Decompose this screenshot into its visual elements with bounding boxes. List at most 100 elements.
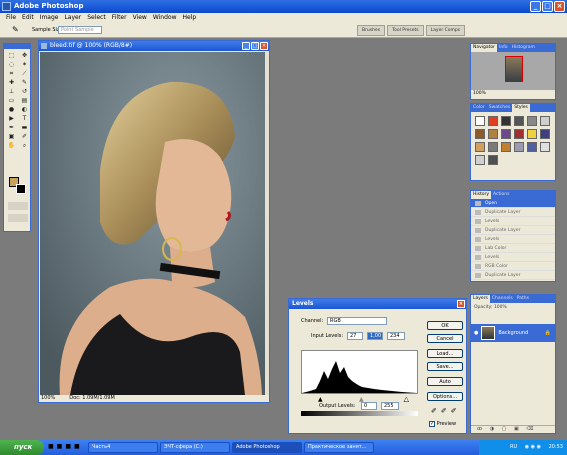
well-tab-brushes[interactable]: Brushes bbox=[357, 25, 386, 36]
style-swatch[interactable] bbox=[540, 142, 550, 152]
style-swatch[interactable] bbox=[527, 116, 537, 126]
dodge-tool-icon[interactable]: ◐ bbox=[19, 106, 30, 114]
save-button[interactable]: Save... bbox=[427, 362, 463, 371]
zoom-readout[interactable]: 100% bbox=[41, 394, 55, 402]
tab-color[interactable]: Color bbox=[471, 104, 487, 112]
brush-tool-icon[interactable]: ✎ bbox=[19, 79, 30, 87]
layer-row-background[interactable]: ● Background 🔒 bbox=[471, 324, 555, 342]
clone-stamp-icon[interactable]: ⊥ bbox=[6, 88, 17, 96]
input-black-field[interactable]: 27 bbox=[347, 332, 363, 340]
well-tab-layer-comps[interactable]: Layer Comps bbox=[425, 25, 466, 36]
doc-close-button[interactable]: × bbox=[260, 42, 268, 50]
taskbar-button[interactable]: Практическое занят... bbox=[304, 442, 374, 453]
tab-info[interactable]: Info bbox=[497, 44, 510, 52]
input-white-field[interactable]: 234 bbox=[387, 332, 405, 340]
taskbar-button-active[interactable]: Adobe Photoshop bbox=[232, 442, 302, 453]
menu-filter[interactable]: Filter bbox=[109, 13, 130, 23]
history-item[interactable]: Duplicate Layer bbox=[471, 271, 555, 280]
taskbar-button[interactable]: ЭЧТ-сфера (С:) bbox=[160, 442, 230, 453]
history-item[interactable]: Duplicate Layer bbox=[471, 226, 555, 235]
shape-tool-icon[interactable]: ▬ bbox=[19, 124, 30, 132]
language-indicator[interactable]: RU bbox=[510, 444, 517, 450]
history-item[interactable]: Levels bbox=[471, 253, 555, 262]
tab-swatches[interactable]: Swatches bbox=[487, 104, 513, 112]
cancel-button[interactable]: Cancel bbox=[427, 334, 463, 343]
ok-button[interactable]: OK bbox=[427, 321, 463, 330]
style-swatch[interactable] bbox=[488, 155, 498, 165]
history-brush-icon[interactable]: ↺ bbox=[19, 88, 30, 96]
menu-edit[interactable]: Edit bbox=[19, 13, 37, 23]
tab-navigator[interactable]: Navigator bbox=[471, 44, 498, 52]
style-none-swatch[interactable] bbox=[475, 116, 485, 126]
document-title-bar[interactable]: bleed.tif @ 100% (RGB/8#) _ □ × bbox=[39, 41, 269, 51]
tab-histogram[interactable]: Histogram bbox=[510, 44, 537, 52]
history-item[interactable]: RGB Color bbox=[471, 262, 555, 271]
slice-tool-icon[interactable]: ⟋ bbox=[19, 70, 30, 78]
style-swatch[interactable] bbox=[527, 142, 537, 152]
preview-checkbox[interactable]: ✓ bbox=[429, 421, 435, 427]
history-item[interactable]: Levels bbox=[471, 235, 555, 244]
zoom-tool-icon[interactable]: ⌕ bbox=[19, 142, 30, 150]
output-white-field[interactable]: 255 bbox=[381, 402, 399, 410]
minimize-button[interactable]: _ bbox=[530, 1, 541, 12]
close-button[interactable]: × bbox=[554, 1, 565, 12]
visibility-eye-icon[interactable]: ● bbox=[474, 330, 478, 336]
tab-styles[interactable]: Styles bbox=[512, 104, 530, 112]
white-point-slider[interactable]: ▲ bbox=[404, 396, 409, 403]
style-swatch[interactable] bbox=[514, 129, 524, 139]
move-tool-icon[interactable]: ✥ bbox=[19, 52, 30, 60]
levels-close-button[interactable]: × bbox=[457, 300, 465, 308]
history-item[interactable]: Open bbox=[471, 199, 555, 208]
eraser-tool-icon[interactable]: ▭ bbox=[6, 97, 17, 105]
blur-tool-icon[interactable]: ● bbox=[6, 106, 17, 114]
quicklaunch-icon[interactable]: ■ bbox=[65, 443, 74, 450]
style-swatch[interactable] bbox=[488, 142, 498, 152]
menu-help[interactable]: Help bbox=[180, 13, 200, 23]
menu-view[interactable]: View bbox=[130, 13, 150, 23]
gray-eyedropper-icon[interactable]: ✐ bbox=[441, 407, 451, 415]
quick-mask-icon[interactable] bbox=[8, 202, 28, 210]
output-black-field[interactable]: 0 bbox=[361, 402, 377, 410]
options-button[interactable]: Options... bbox=[427, 392, 463, 401]
type-tool-icon[interactable]: T bbox=[19, 115, 30, 123]
quicklaunch-icon[interactable]: ■ bbox=[48, 443, 57, 450]
style-swatch[interactable] bbox=[527, 129, 537, 139]
style-swatch[interactable] bbox=[488, 129, 498, 139]
background-color-swatch[interactable] bbox=[16, 184, 26, 194]
channel-select[interactable]: RGB bbox=[327, 317, 387, 325]
pen-tool-icon[interactable]: ✒ bbox=[6, 124, 17, 132]
start-button[interactable]: пуск bbox=[0, 440, 44, 455]
style-swatch[interactable] bbox=[488, 116, 498, 126]
maximize-button[interactable]: □ bbox=[542, 1, 553, 12]
tab-layers[interactable]: Layers bbox=[471, 295, 490, 303]
load-button[interactable]: Load... bbox=[427, 349, 463, 358]
tab-channels[interactable]: Channels bbox=[490, 295, 515, 303]
navigator-zoom[interactable]: 100% bbox=[471, 90, 555, 98]
style-swatch[interactable] bbox=[501, 142, 511, 152]
style-swatch[interactable] bbox=[501, 116, 511, 126]
doc-maximize-button[interactable]: □ bbox=[251, 42, 259, 50]
lasso-tool-icon[interactable]: ◌ bbox=[6, 61, 17, 69]
history-item[interactable]: Levels bbox=[471, 217, 555, 226]
eyedropper-icon[interactable]: ✎ bbox=[12, 25, 19, 34]
style-swatch[interactable] bbox=[475, 129, 485, 139]
path-select-icon[interactable]: ▶ bbox=[6, 115, 17, 123]
menu-layer[interactable]: Layer bbox=[61, 13, 84, 23]
auto-button[interactable]: Auto bbox=[427, 377, 463, 386]
sample-size-select[interactable]: Point Sample bbox=[58, 26, 102, 34]
taskbar-button[interactable]: Часть4 bbox=[88, 442, 158, 453]
navigator-preview[interactable]: 100% bbox=[471, 52, 555, 98]
input-gamma-field[interactable]: 1,00 bbox=[367, 332, 383, 340]
screen-mode-icon[interactable] bbox=[8, 214, 28, 222]
tray-icons[interactable]: ◉ ◉ ◉ bbox=[525, 444, 541, 450]
history-item[interactable]: Lab Color bbox=[471, 244, 555, 253]
black-eyedropper-icon[interactable]: ✐ bbox=[431, 407, 441, 415]
levels-title-bar[interactable]: Levels × bbox=[289, 299, 466, 309]
crop-tool-icon[interactable]: ⌗ bbox=[6, 70, 17, 78]
black-point-slider[interactable]: ▲ bbox=[318, 396, 323, 403]
style-swatch[interactable] bbox=[475, 155, 485, 165]
tab-history[interactable]: History bbox=[471, 191, 492, 199]
opacity-value[interactable]: 100% bbox=[494, 305, 507, 310]
white-eyedropper-icon[interactable]: ✐ bbox=[451, 407, 461, 415]
menu-select[interactable]: Select bbox=[84, 13, 109, 23]
